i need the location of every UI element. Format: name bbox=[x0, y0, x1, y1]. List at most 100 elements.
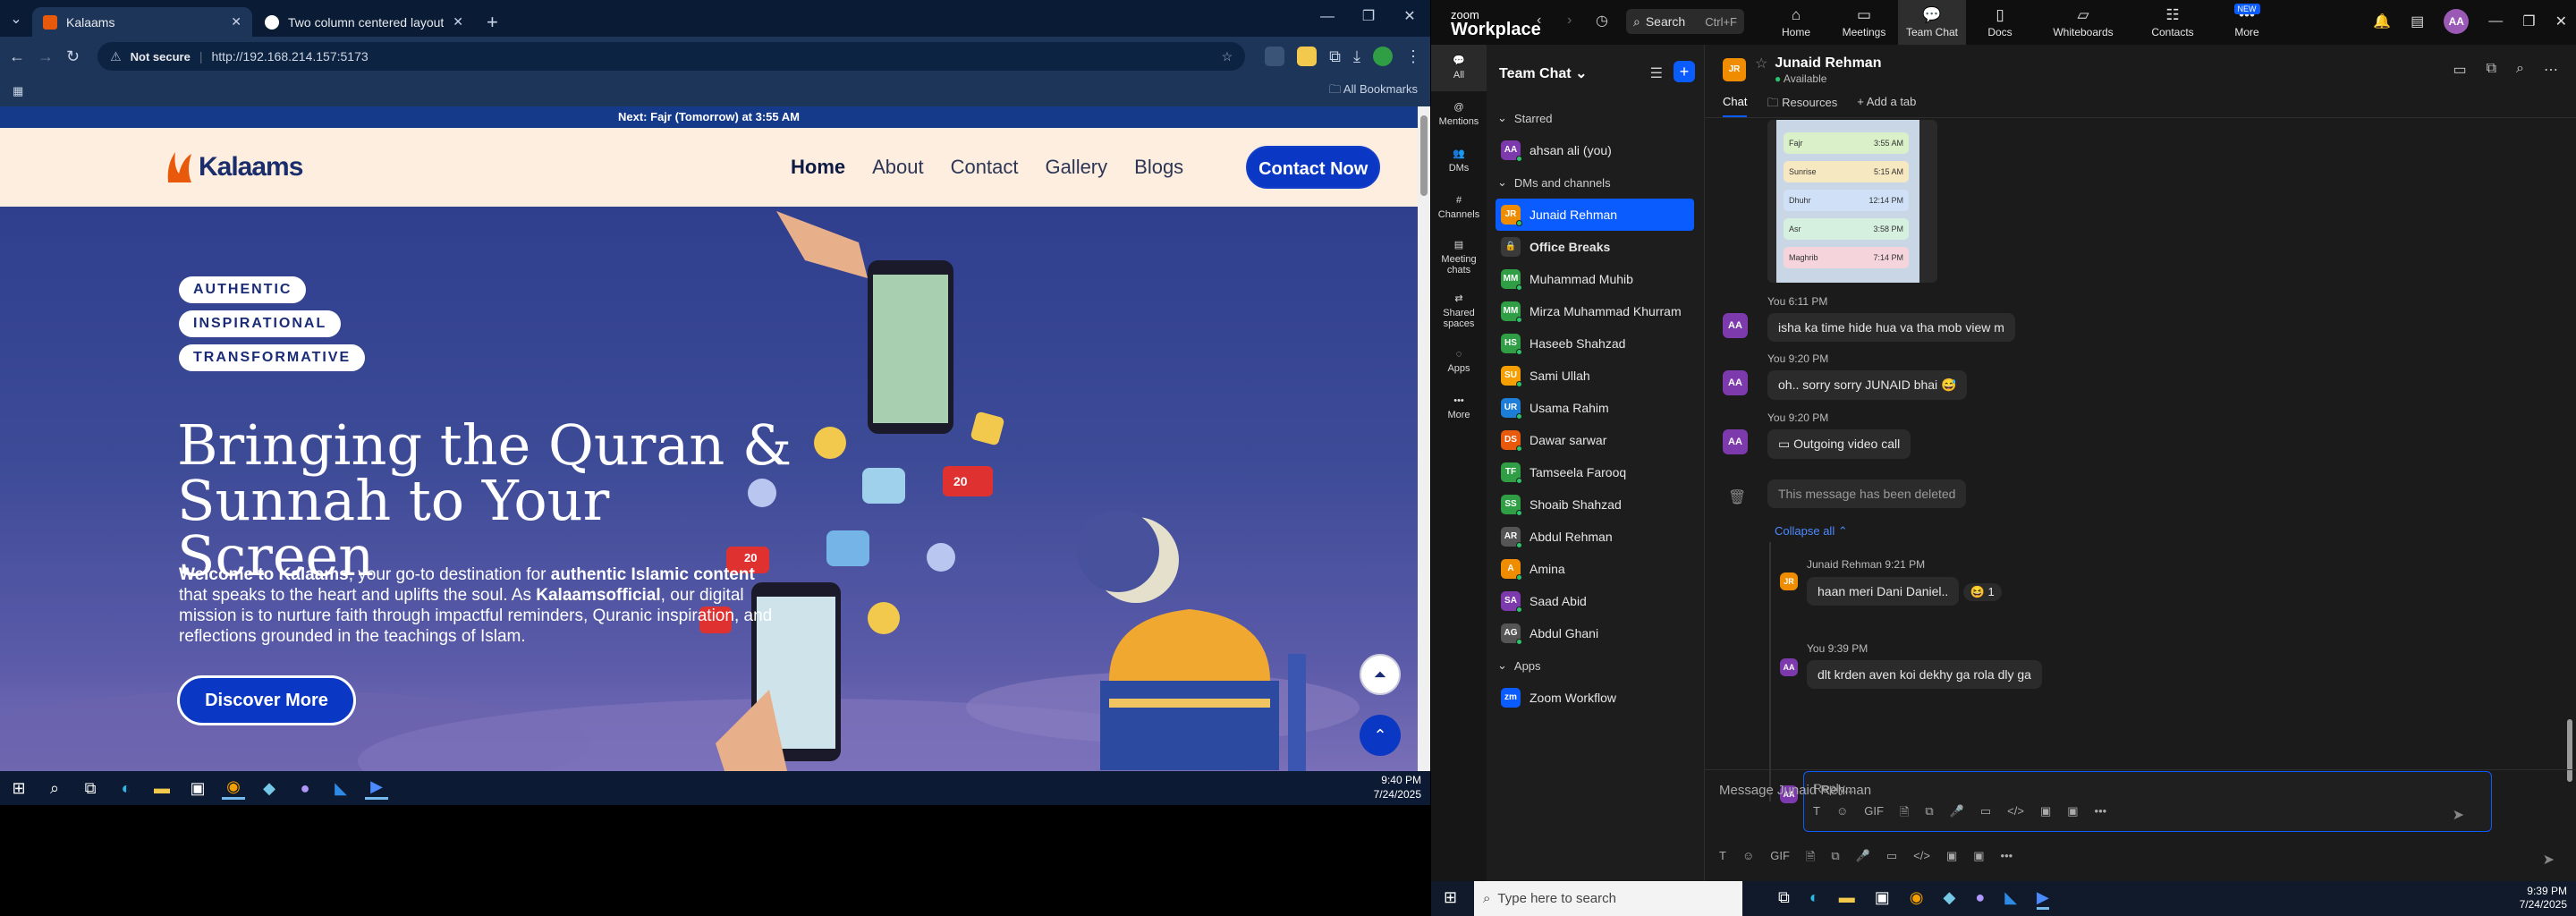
nav-contact[interactable]: Contact bbox=[951, 156, 1019, 179]
taskbar-search[interactable]: ⌕ Type here to search bbox=[1474, 881, 1742, 916]
back-icon[interactable]: ← bbox=[9, 47, 25, 66]
chat-list-item[interactable]: AA ahsan ali (you) bbox=[1496, 134, 1694, 166]
store-icon[interactable]: ▣ bbox=[1875, 888, 1890, 910]
chat-list-item[interactable]: SA Saad Abid bbox=[1496, 585, 1694, 617]
search-icon[interactable]: ⌕ bbox=[43, 776, 66, 800]
rail-dms[interactable]: 👥 DMs bbox=[1431, 138, 1487, 184]
forward-icon[interactable]: → bbox=[38, 47, 54, 66]
extension-icon[interactable] bbox=[1297, 47, 1318, 66]
tab-chat[interactable]: Chat bbox=[1723, 95, 1748, 117]
edge-icon[interactable]: ◐ bbox=[114, 776, 138, 800]
collapse-all-link[interactable]: Collapse all ⌃ bbox=[1775, 524, 1848, 539]
zoom-search[interactable]: ⌕ Search Ctrl+F bbox=[1626, 9, 1744, 34]
download-icon[interactable]: ⤓ bbox=[1353, 47, 1360, 66]
section-header[interactable]: ⌄ Apps bbox=[1496, 649, 1694, 682]
profile-avatar[interactable] bbox=[1373, 47, 1393, 66]
info-icon[interactable]: ⚠ bbox=[110, 49, 122, 64]
windows-start-icon[interactable]: ⊞ bbox=[7, 776, 30, 800]
filter-icon[interactable]: ☰ bbox=[1650, 64, 1663, 82]
rail-more[interactable]: ••• More bbox=[1431, 385, 1487, 431]
tab-search-icon[interactable]: ⌄ bbox=[0, 0, 32, 37]
message-text[interactable]: dlt krden aven koi dekhy ga rola dly ga bbox=[1807, 660, 2042, 689]
composer-tool-icon[interactable]: ☺ bbox=[1742, 849, 1754, 869]
image-attachment[interactable]: Fajr 3:55 AM Sunrise 5:15 AM Dhuhr 12:14 PM As… bbox=[1767, 120, 1937, 283]
chat-list-item[interactable]: UR Usama Rahim bbox=[1496, 392, 1694, 424]
video-call-bubble[interactable]: ▭ Outgoing video call bbox=[1767, 429, 1911, 459]
forward-icon[interactable]: › bbox=[1567, 13, 1572, 29]
maximize-icon[interactable]: ❐ bbox=[2522, 13, 2535, 30]
discover-more-button[interactable]: Discover More bbox=[177, 675, 356, 725]
composer-tool-icon[interactable]: 🎤 bbox=[1856, 849, 1870, 869]
more-options-icon[interactable]: ⋯ bbox=[2544, 61, 2558, 79]
chat-list-item[interactable]: DS Dawar sarwar bbox=[1496, 424, 1694, 456]
nav-home[interactable]: Home bbox=[791, 156, 845, 179]
chat-list-item[interactable]: SU Sami Ullah bbox=[1496, 360, 1694, 392]
close-tab-icon[interactable]: ✕ bbox=[231, 14, 242, 30]
contact-name[interactable]: Junaid Rehman bbox=[1775, 55, 1881, 72]
chat-list-item[interactable]: MM Mirza Muhammad Khurram bbox=[1496, 295, 1694, 327]
history-icon[interactable]: ◷ bbox=[1596, 12, 1608, 30]
composer-tool-icon[interactable]: T bbox=[1719, 849, 1726, 869]
composer-tool-icon[interactable]: </> bbox=[1913, 849, 1930, 869]
message-input[interactable]: Message Junaid Rehman bbox=[1719, 783, 1871, 798]
chat-list-item[interactable]: zm Zoom Workflow bbox=[1496, 682, 1694, 714]
search-icon[interactable]: ⌕ bbox=[2516, 61, 2524, 79]
nav-whiteboards[interactable]: ▱ Whiteboards bbox=[2034, 0, 2132, 45]
composer-tool-icon[interactable]: ▣ bbox=[1946, 849, 1957, 869]
windows-start-icon[interactable]: ⊞ bbox=[1444, 888, 1457, 907]
task-view-icon[interactable]: ⧉ bbox=[79, 776, 102, 800]
vscode-icon[interactable]: ◆ bbox=[258, 776, 281, 800]
contact-avatar[interactable]: JR bbox=[1723, 58, 1746, 81]
maximize-icon[interactable]: ❐ bbox=[1348, 0, 1389, 37]
menu-kebab-icon[interactable]: ⋮ bbox=[1405, 47, 1421, 66]
bell-icon[interactable]: 🔔 bbox=[2373, 13, 2391, 30]
nav-contacts[interactable]: ☷ Contacts bbox=[2132, 0, 2213, 45]
nav-home[interactable]: ⌂ Home bbox=[1762, 0, 1830, 45]
tab-resources[interactable]: 🗀 Resources bbox=[1767, 95, 1837, 117]
calendar-icon[interactable]: ▤ bbox=[2411, 13, 2424, 30]
user-avatar[interactable]: AA bbox=[2444, 9, 2470, 34]
chat-scrollbar[interactable] bbox=[2567, 120, 2572, 782]
nav-gallery[interactable]: Gallery bbox=[1045, 156, 1107, 179]
address-bar[interactable]: ⚠ Not secure | http://192.168.214.157:51… bbox=[97, 42, 1246, 71]
github-desktop-icon[interactable]: ● bbox=[293, 776, 317, 800]
panel-title[interactable]: Team Chat ⌄ bbox=[1499, 64, 1587, 82]
reload-icon[interactable]: ↻ bbox=[66, 47, 80, 66]
extensions-puzzle-icon[interactable]: ⧉ bbox=[1329, 47, 1341, 66]
minimize-icon[interactable]: — bbox=[1307, 0, 1348, 37]
screen-share-icon[interactable]: ⧉ bbox=[2487, 61, 2496, 79]
apps-grid-icon[interactable]: ▦ bbox=[13, 84, 23, 98]
reaction-badge[interactable]: 😆 1 bbox=[1962, 583, 2002, 601]
message-composer[interactable]: Message Junaid Rehman T ☺ GIF 🗎 ⧉ 🎤 ▭ </> ▣ ▣ ••• … bbox=[1705, 769, 2576, 881]
scroll-top-icon[interactable]: ⏶ bbox=[1360, 654, 1401, 695]
video-call-icon[interactable]: ▭ bbox=[2453, 61, 2466, 79]
chat-list-item[interactable]: TF Tamseela Farooq bbox=[1496, 456, 1694, 488]
chrome-icon[interactable]: ◉ bbox=[222, 776, 245, 800]
rail-meeting-chats[interactable]: ▤ Meeting chats bbox=[1431, 231, 1487, 284]
vscode-icon[interactable]: ◆ bbox=[1943, 888, 1955, 910]
chat-list-item[interactable]: AG Abdul Ghani bbox=[1496, 617, 1694, 649]
back-icon[interactable]: ‹ bbox=[1537, 13, 1541, 29]
chat-list-item[interactable]: SS Shoaib Shahzad bbox=[1496, 488, 1694, 521]
file-explorer-icon[interactable]: ▬ bbox=[1839, 888, 1855, 910]
new-chat-button[interactable]: + bbox=[1674, 61, 1695, 82]
rail-all[interactable]: 💬 All bbox=[1431, 45, 1487, 91]
tab-add[interactable]: + Add a tab bbox=[1857, 95, 1916, 117]
message-text[interactable]: isha ka time hide hua va tha mob view m bbox=[1767, 313, 2015, 342]
minimize-icon[interactable]: — bbox=[2488, 13, 2503, 30]
zoom-icon[interactable]: ▶ bbox=[2037, 888, 2049, 910]
star-icon[interactable]: ☆ bbox=[1755, 55, 1767, 72]
task-view-icon[interactable]: ⧉ bbox=[1778, 888, 1790, 910]
github-desktop-icon[interactable]: ● bbox=[1975, 888, 1985, 910]
all-bookmarks-link[interactable]: 🗀 All Bookmarks bbox=[1329, 81, 1418, 101]
store-icon[interactable]: ▣ bbox=[186, 776, 209, 800]
contact-now-button[interactable]: Contact Now bbox=[1246, 146, 1381, 189]
rail-shared-spaces[interactable]: ⇄ Shared spaces bbox=[1431, 284, 1487, 338]
composer-tool-icon[interactable]: ▣ bbox=[1973, 849, 1984, 869]
nav-meetings[interactable]: ▭ Meetings bbox=[1830, 0, 1898, 45]
tab-kalaams[interactable]: Kalaams ✕ bbox=[32, 7, 252, 37]
chevron-up-icon[interactable]: ⌃ bbox=[1360, 715, 1401, 756]
nav-docs[interactable]: ▯ Docs bbox=[1966, 0, 2034, 45]
bookmark-star-icon[interactable]: ☆ bbox=[1222, 49, 1233, 64]
nav-more[interactable]: NEW ••• More bbox=[2213, 0, 2281, 45]
